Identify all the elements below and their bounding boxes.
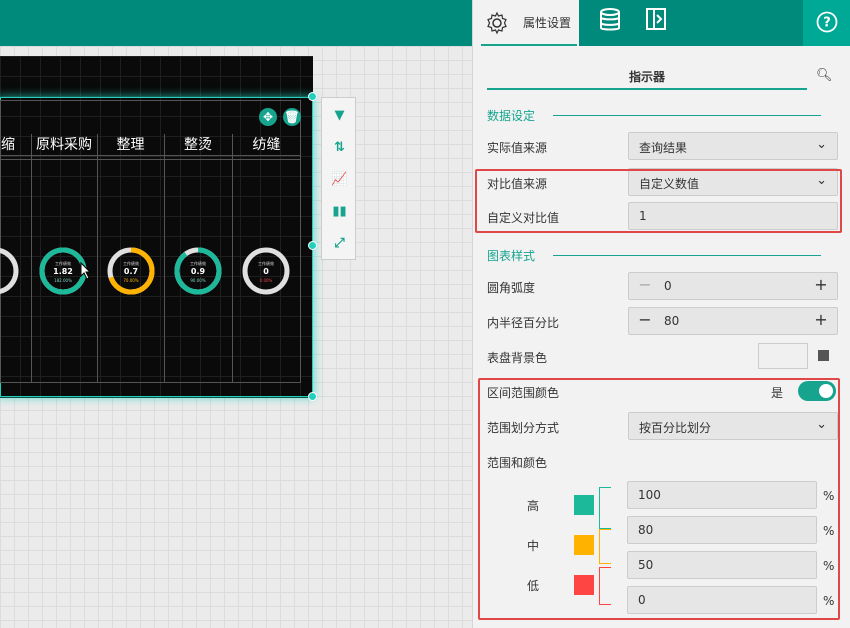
section-title: 数据设定 <box>487 109 536 123</box>
top-bar <box>0 0 472 46</box>
gauge: 工作绩效 0.9 90.00% <box>173 246 223 296</box>
section-divider <box>553 115 821 116</box>
resize-handle-top[interactable] <box>308 92 317 101</box>
resize-handle-right[interactable] <box>308 241 317 250</box>
header-divider <box>0 159 301 160</box>
column-divider <box>232 134 233 383</box>
decrement-button[interactable]: − <box>637 275 653 294</box>
delete-icon[interactable]: 🗑 <box>283 108 301 126</box>
bar-chart-icon[interactable]: ▮▮ <box>322 204 357 224</box>
column-header: 缩 <box>1 137 15 153</box>
section-divider <box>553 255 821 256</box>
gauge-percent: 70.00% <box>123 278 139 283</box>
active-tab-indicator <box>481 44 577 46</box>
column-divider <box>164 134 165 383</box>
chart-settings-icon[interactable]: 📈 <box>322 172 357 192</box>
gear-icon <box>487 11 507 35</box>
chevron-down-icon: ⌄ <box>816 137 827 152</box>
fullscreen-icon[interactable]: ✥ <box>259 108 277 126</box>
field-label: 表盘背景色 <box>487 351 548 365</box>
gauge: 工作绩效 0 0.00% <box>241 246 291 296</box>
tab-properties-label: 属性设置 <box>523 16 572 30</box>
search-icon[interactable]: 🔍︎ <box>816 68 833 83</box>
gauge: 工作绩效 0.7 70.00% <box>106 246 156 296</box>
gauge-value: 0.7 <box>123 267 139 276</box>
increment-button[interactable]: + <box>813 275 829 294</box>
tab-properties[interactable]: 属性设置 <box>473 0 579 46</box>
highlight-box <box>475 169 842 233</box>
gauge-value: 0.9 <box>190 267 206 276</box>
select-value: 查询结果 <box>639 141 688 155</box>
corner-radius-stepper[interactable]: − 0 + <box>628 272 838 300</box>
component-name-bar: 指示器 <box>487 64 807 90</box>
stepper-value: 0 <box>664 279 672 293</box>
increment-button[interactable]: + <box>813 310 829 329</box>
section-title: 图表样式 <box>487 249 536 263</box>
gauge-partial <box>0 246 20 296</box>
color-swatch[interactable] <box>818 350 829 361</box>
sort-icon[interactable]: ⇅ <box>322 140 357 160</box>
gauge-percent: 90.00% <box>190 278 206 283</box>
svg-text:?: ? <box>823 16 831 31</box>
dial-bg-color-picker[interactable] <box>758 343 808 369</box>
panel-toggle-icon[interactable] <box>641 8 671 38</box>
properties-panel: 属性设置 ? 指示器 🔍︎ 数据设定 实际值来源 查询结果 ⌄ 对比值来源 自定… <box>472 0 850 628</box>
widget-toolbar: ▼ ⇅ 📈 ▮▮ ⤢ <box>321 97 356 260</box>
mouse-cursor-icon <box>80 262 92 280</box>
section-data-settings: 数据设定 <box>487 106 837 126</box>
decrement-button[interactable]: − <box>637 310 653 329</box>
actual-source-select[interactable]: 查询结果 ⌄ <box>628 132 838 160</box>
database-icon[interactable] <box>595 8 625 38</box>
gauge-percent: 0.00% <box>259 278 273 283</box>
field-label: 圆角弧度 <box>487 281 536 295</box>
gauge-value: 0 <box>263 267 269 276</box>
column-divider <box>31 134 32 383</box>
field-label: 实际值来源 <box>487 141 548 155</box>
column-header: 整烫 <box>184 137 212 153</box>
resize-icon[interactable]: ⤢ <box>322 236 357 256</box>
header-divider <box>0 155 301 156</box>
component-name: 指示器 <box>628 70 665 84</box>
panel-tabs: 属性设置 ? <box>473 0 850 46</box>
resize-handle-bottom[interactable] <box>308 392 317 401</box>
filter-icon[interactable]: ▼ <box>322 108 357 128</box>
column-header: 整理 <box>116 137 145 153</box>
field-label: 内半径百分比 <box>487 316 560 330</box>
column-header: 原料采购 <box>36 137 92 153</box>
highlight-box <box>478 378 840 620</box>
section-chart-style: 图表样式 <box>487 246 837 266</box>
column-header: 纺缝 <box>252 137 281 153</box>
inner-radius-stepper[interactable]: − 80 + <box>628 307 838 335</box>
column-divider <box>97 134 98 383</box>
help-button[interactable]: ? <box>803 0 850 46</box>
stepper-value: 80 <box>664 314 680 328</box>
help-icon: ? <box>816 11 838 33</box>
